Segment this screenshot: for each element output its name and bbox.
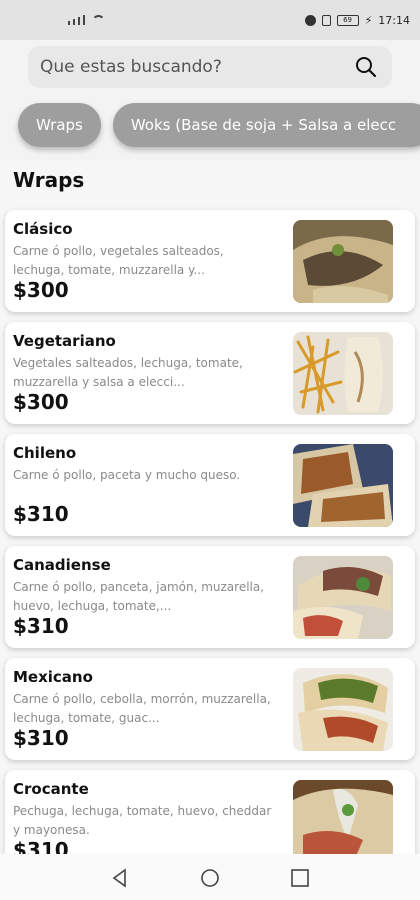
product-price: $310 [13,726,69,750]
signal-bar-icon [83,15,85,25]
category-tabs: Wraps Woks (Base de soja + Salsa a elecc [18,103,420,147]
product-description: Carne ó pollo, panceta, jamón, muzarella… [13,580,265,613]
product-description: Carne ó pollo, paceta y mucho queso. [13,468,241,482]
search-input[interactable] [40,57,354,77]
product-image [293,780,393,854]
product-name: Mexicano [13,668,93,686]
section-title: Wraps [13,168,85,192]
product-description: Carne ó pollo, cebolla, morrón, muzzarel… [13,692,271,725]
system-navigation-bar [0,854,420,900]
search-bar[interactable] [28,46,392,88]
product-list[interactable]: Wraps Clásico Carne ó pollo, vegetales s… [0,160,420,854]
status-right: 69 ⚡ 17:14 [304,14,410,27]
search-icon[interactable] [354,55,378,79]
product-card[interactable]: Vegetariano Vegetales salteados, lechuga… [5,322,415,424]
product-card[interactable]: Mexicano Carne ó pollo, cebolla, morrón,… [5,658,415,760]
recents-icon[interactable] [290,868,310,892]
product-card[interactable]: Chileno Carne ó pollo, paceta y mucho qu… [5,434,415,536]
product-name: Chileno [13,444,77,462]
back-icon[interactable] [110,868,130,892]
charging-icon: ⚡ [364,14,373,27]
product-price: $310 [13,502,69,526]
signal-indicators [68,15,105,25]
alarm-icon [304,15,316,26]
signal-bar-icon [78,17,80,25]
signal-bar-icon [73,19,75,25]
product-price: $300 [13,278,69,302]
battery-icon: 69 [336,15,359,26]
home-icon[interactable] [200,868,220,892]
product-image [293,444,393,527]
status-bar: 69 ⚡ 17:14 [0,0,420,40]
product-name: Vegetariano [13,332,116,350]
product-name: Clásico [13,220,73,238]
product-card[interactable]: Canadiense Carne ó pollo, panceta, jamón… [5,546,415,648]
product-card[interactable]: Clásico Carne ó pollo, vegetales saltead… [5,210,415,312]
product-description: Carne ó pollo, vegetales salteados, lech… [13,244,224,277]
product-description: Vegetales salteados, lechuga, tomate, mu… [13,356,243,389]
signal-bar-icon [68,21,70,25]
product-image [293,556,393,639]
status-time: 17:14 [378,14,410,27]
product-image [293,220,393,303]
product-image [293,668,393,751]
product-description: Pechuga, lechuga, tomate, huevo, cheddar… [13,804,272,837]
product-card[interactable]: Crocante Pechuga, lechuga, tomate, huevo… [5,770,415,854]
product-price: $310 [13,838,69,854]
product-name: Canadiense [13,556,111,574]
header-area: Wraps Woks (Base de soja + Salsa a elecc [0,40,420,160]
product-price: $300 [13,390,69,414]
category-chip-wraps[interactable]: Wraps [18,103,101,147]
vibrate-icon [321,15,331,26]
product-name: Crocante [13,780,89,798]
product-image [293,332,393,415]
category-chip-woks[interactable]: Woks (Base de soja + Salsa a elecc [112,103,420,147]
product-price: $310 [13,614,69,638]
wifi-icon [92,15,105,25]
